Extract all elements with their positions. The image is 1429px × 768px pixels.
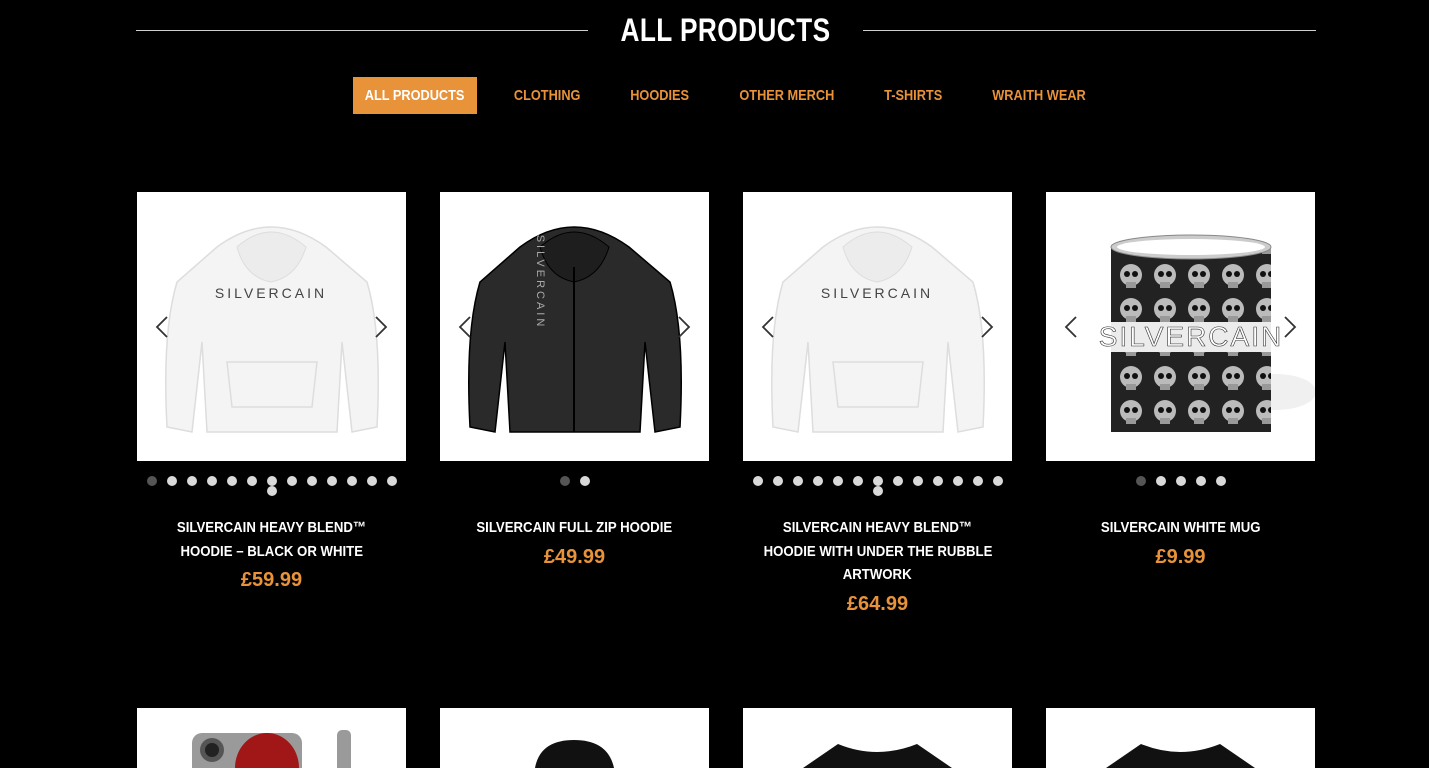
prev-arrow-icon[interactable] <box>151 313 175 341</box>
title-divider-right <box>863 30 1316 31</box>
product-name-line: SILVERCAIN WHITE MUG <box>1100 519 1261 536</box>
filter-label: ALL PRODUCTS <box>365 87 465 104</box>
phone-case-image <box>192 730 351 768</box>
slide-dot[interactable] <box>386 476 397 486</box>
slide-dot[interactable] <box>772 476 783 486</box>
slide-dot[interactable] <box>952 476 963 486</box>
slide-dot[interactable] <box>346 476 357 486</box>
product-price: £49.99 <box>543 545 606 568</box>
next-arrow-icon[interactable] <box>974 313 998 341</box>
slide-dot[interactable] <box>872 486 883 496</box>
product-image-link[interactable]: SILVERCAIN <box>137 192 406 461</box>
slide-dot[interactable] <box>752 476 763 486</box>
product-name[interactable]: SILVERCAIN HEAVY BLEND™ HOODIE – BLACK OR… <box>137 516 406 563</box>
product-name-line: SILVERCAIN HEAVY BLEND™ <box>782 519 973 536</box>
product-price: £59.99 <box>240 569 303 591</box>
product-image-link[interactable]: SILVERCAIN <box>1046 192 1315 461</box>
product-image-link[interactable]: SILVERCAIN <box>743 192 1012 461</box>
hoodie-print-text: SILVERCAIN <box>534 235 546 330</box>
product-name[interactable]: SILVERCAIN WHITE MUG <box>1046 516 1315 540</box>
filter-label: CLOTHING <box>513 87 581 104</box>
next-arrow-icon[interactable] <box>368 313 392 341</box>
slide-dot[interactable] <box>266 476 277 486</box>
filter-hoodies[interactable]: HOODIES <box>622 77 698 114</box>
carousel-dots <box>743 476 1012 496</box>
product-image-phone-case[interactable] <box>137 708 406 768</box>
product-image-black-tshirt-2[interactable] <box>1046 708 1315 768</box>
slide-dot[interactable] <box>852 476 863 486</box>
carousel-dots <box>1046 476 1315 486</box>
skull-mug-image: SILVERCAIN <box>1098 234 1315 432</box>
carousel-dots <box>137 476 406 496</box>
slide-dot[interactable] <box>1175 476 1186 486</box>
slide-dot[interactable] <box>1195 476 1206 486</box>
filter-label: HOODIES <box>630 87 690 104</box>
slide-dot[interactable] <box>932 476 943 486</box>
slide-dot[interactable] <box>266 486 277 496</box>
slide-dot[interactable] <box>326 476 337 486</box>
filter-clothing[interactable]: CLOTHING <box>506 77 588 114</box>
slide-dot[interactable] <box>286 476 297 486</box>
slide-dot[interactable] <box>366 476 377 486</box>
product-price: £64.99 <box>846 592 909 615</box>
slide-dot[interactable] <box>579 476 590 486</box>
slide-dot[interactable] <box>872 476 883 486</box>
slide-dot[interactable] <box>226 476 237 486</box>
product-name-line: HOODIE – BLACK OR WHITE <box>180 542 363 560</box>
filter-label: WRAITH WEAR <box>992 87 1086 104</box>
slide-dot[interactable] <box>246 476 257 486</box>
next-arrow-icon[interactable] <box>671 313 695 341</box>
prev-arrow-icon[interactable] <box>454 313 478 341</box>
slide-dot[interactable] <box>792 476 803 486</box>
product-name-line: HOODIE WITH UNDER THE RUBBLE <box>763 542 992 560</box>
filter-other-merch[interactable]: OTHER MERCH <box>731 77 841 114</box>
page-title: ALL PRODUCTS <box>620 12 831 48</box>
zip-hoodie-image: SILVERCAIN <box>468 226 682 433</box>
product-price: £9.99 <box>1155 545 1206 568</box>
slide-dot[interactable] <box>1215 476 1226 486</box>
filter-label: OTHER MERCH <box>739 87 835 104</box>
slide-dot[interactable] <box>306 476 317 486</box>
black-hoodie-image <box>535 740 614 768</box>
slide-dot[interactable] <box>166 476 177 486</box>
slide-dot[interactable] <box>812 476 823 486</box>
carousel-dots <box>440 476 709 486</box>
product-name-line: SILVERCAIN HEAVY BLEND™ <box>176 519 367 536</box>
hoodie-image: SILVERCAIN <box>771 226 985 433</box>
slide-dot[interactable] <box>912 476 923 486</box>
product-image-link[interactable]: SILVERCAIN <box>440 192 709 461</box>
slide-dot[interactable] <box>892 476 903 486</box>
hoodie-print-text: SILVERCAIN <box>821 285 933 301</box>
title-row: ALL PRODUCTS <box>136 0 1316 64</box>
product-image-black-tshirt[interactable] <box>743 708 1012 768</box>
slide-dot[interactable] <box>832 476 843 486</box>
filter-label: T-SHIRTS <box>883 87 943 104</box>
next-arrow-icon[interactable] <box>1277 313 1301 341</box>
slide-dot[interactable] <box>1135 476 1146 486</box>
slide-dot[interactable] <box>186 476 197 486</box>
hoodie-image: SILVERCAIN <box>165 226 379 433</box>
title-divider-left <box>136 30 588 31</box>
prev-arrow-icon[interactable] <box>1060 313 1084 341</box>
category-filter-bar: ALL PRODUCTS CLOTHING HOODIES OTHER MERC… <box>0 77 1429 114</box>
black-tshirt-image <box>803 744 952 768</box>
hoodie-print-text: SILVERCAIN <box>215 285 327 301</box>
slide-dot[interactable] <box>559 476 570 486</box>
product-name[interactable]: SILVERCAIN HEAVY BLEND™ HOODIE WITH UNDER… <box>743 516 1012 587</box>
filter-t-shirts[interactable]: T-SHIRTS <box>875 77 951 114</box>
mug-print-text: SILVERCAIN <box>1099 321 1283 352</box>
product-name-line: SILVERCAIN FULL ZIP HOODIE <box>476 519 673 536</box>
product-name[interactable]: SILVERCAIN FULL ZIP HOODIE <box>440 516 709 540</box>
prev-arrow-icon[interactable] <box>757 313 781 341</box>
filter-wraith-wear[interactable]: WRAITH WEAR <box>984 77 1094 114</box>
product-name-line: ARTWORK <box>843 566 912 583</box>
filter-all-products[interactable]: ALL PRODUCTS <box>353 77 477 114</box>
slide-dot[interactable] <box>1155 476 1166 486</box>
product-image-black-hoodie[interactable] <box>440 708 709 768</box>
slide-dot[interactable] <box>206 476 217 486</box>
slide-dot[interactable] <box>992 476 1003 486</box>
black-tshirt-image <box>1106 744 1255 768</box>
slide-dot[interactable] <box>972 476 983 486</box>
slide-dot[interactable] <box>146 476 157 486</box>
